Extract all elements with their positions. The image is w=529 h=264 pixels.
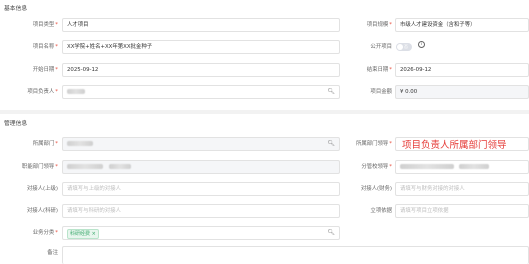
annotation-text: 项目负责人所属部门领导 bbox=[402, 140, 507, 151]
project-lead-field[interactable]: 🔍︎ bbox=[62, 85, 340, 99]
label-remarks: 备注 bbox=[47, 250, 58, 256]
section-title-management: 管理信息 bbox=[4, 121, 28, 127]
label-public-project: 公开项目 bbox=[370, 44, 392, 50]
supervising-leader-field[interactable] bbox=[395, 160, 529, 174]
info-icon[interactable]: i bbox=[418, 41, 425, 48]
label-handler-upper: 对接人(上级) bbox=[26, 186, 58, 192]
redacted-value bbox=[67, 164, 103, 169]
label-project-amount: 项目金额 bbox=[370, 89, 392, 95]
toggle-knob bbox=[397, 44, 403, 50]
business-category-field[interactable]: 科研经费 × 🔍︎ bbox=[62, 226, 340, 240]
label-project-lead: 项目负责人* bbox=[27, 89, 58, 95]
search-icon[interactable]: 🔍︎ bbox=[327, 86, 335, 98]
redacted-value bbox=[67, 141, 93, 146]
start-date-field[interactable]: 2025-09-12 bbox=[62, 63, 340, 77]
search-icon[interactable]: 🔍︎ bbox=[327, 227, 335, 239]
end-date-field[interactable]: 2026-09-12 bbox=[395, 63, 529, 77]
label-handler-research: 对接人(科研) bbox=[26, 208, 58, 214]
project-scale-field[interactable]: 市级人才建设资金（含和子等） bbox=[395, 18, 529, 32]
department-field[interactable]: 🔍︎ bbox=[62, 137, 340, 151]
tag-close-icon[interactable]: × bbox=[92, 231, 96, 237]
label-start-date: 开始日期* bbox=[32, 67, 58, 73]
label-project-name: 项目名称* bbox=[32, 44, 58, 50]
label-project-type: 项目类型* bbox=[32, 22, 58, 28]
remarks-textarea[interactable] bbox=[62, 246, 529, 264]
project-type-field[interactable]: 人才项目 bbox=[62, 18, 340, 32]
handler-research-input[interactable]: 请填写与科研的对接人 bbox=[62, 204, 340, 218]
label-approval-basis: 立项依据 bbox=[370, 208, 392, 214]
toggle-text: 否 bbox=[404, 44, 408, 49]
category-tag: 科研经费 × bbox=[67, 229, 99, 239]
label-project-scale: 项目规模* bbox=[366, 22, 392, 28]
redacted-value bbox=[67, 89, 85, 94]
label-business-category: 业务分类* bbox=[32, 230, 58, 236]
project-name-field[interactable]: XX学院+姓名+XX年第XX批金种子 bbox=[62, 40, 340, 54]
label-functional-leader: 职能部门领导* bbox=[21, 164, 58, 170]
section-title-basic: 基本信息 bbox=[4, 6, 28, 12]
section-divider bbox=[0, 110, 529, 114]
handler-upper-input[interactable]: 请填写与上级的对接人 bbox=[62, 182, 340, 196]
label-supervising-leader: 分管校领导* bbox=[361, 164, 392, 170]
redacted-value bbox=[400, 164, 454, 169]
handler-finance-input[interactable]: 请填写与财务对接的对接人 bbox=[395, 182, 529, 196]
functional-leader-field[interactable] bbox=[62, 160, 340, 174]
label-department-leader: 所属部门领导* bbox=[355, 141, 392, 147]
approval-basis-input[interactable]: 请填写项目立项依据 bbox=[395, 204, 529, 218]
public-project-toggle[interactable]: 否 bbox=[396, 43, 412, 51]
project-amount-field[interactable]: ¥ 0.00 bbox=[395, 85, 529, 99]
redacted-value bbox=[108, 164, 131, 169]
label-end-date: 结束日期* bbox=[366, 67, 392, 73]
redacted-value bbox=[458, 164, 489, 169]
search-icon[interactable]: 🔍︎ bbox=[327, 138, 335, 150]
label-handler-finance: 对接人(财务) bbox=[360, 186, 392, 192]
label-department: 所属部门* bbox=[32, 141, 58, 147]
